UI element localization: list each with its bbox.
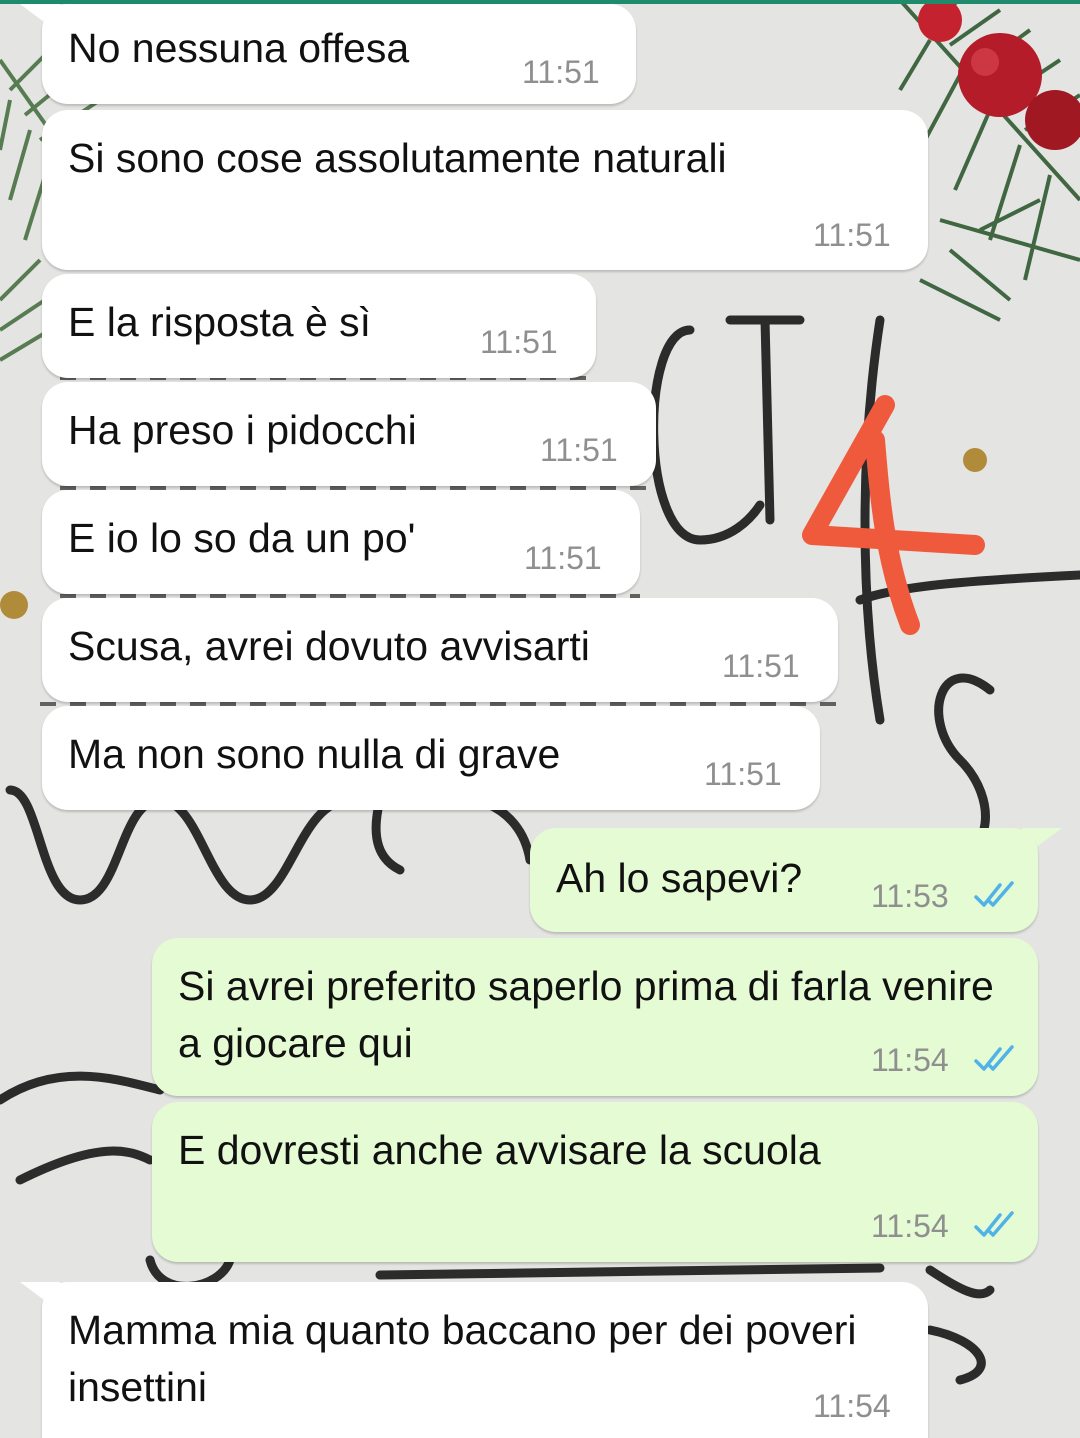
message-timestamp: 11:51: [524, 540, 602, 576]
message-text: E dovresti anche avvisare la scuola: [178, 1127, 821, 1173]
message-text: Si sono cose assolutamente naturali: [68, 135, 727, 181]
message-timestamp: 11:51: [704, 756, 782, 792]
message-text: Mamma mia quanto baccano per dei poveri …: [68, 1307, 857, 1410]
message-bubble-outgoing[interactable]: Ah lo sapevi? 11:53: [530, 828, 1038, 932]
message-timestamp: 11:51: [522, 54, 600, 90]
message-bubble-incoming[interactable]: Si sono cose assolutamente naturali 11:5…: [42, 110, 928, 270]
message-bubble-incoming[interactable]: E io lo so da un po' 11:51: [42, 490, 640, 594]
read-double-check-icon: [974, 881, 1014, 907]
message-timestamp: 11:54: [871, 1042, 949, 1078]
read-double-check-icon: [974, 1211, 1014, 1237]
message-bubble-incoming[interactable]: Scusa, avrei dovuto avvisarti 11:51: [42, 598, 838, 702]
message-timestamp: 11:51: [540, 432, 618, 468]
message-bubble-incoming[interactable]: Mamma mia quanto baccano per dei poveri …: [42, 1282, 928, 1438]
message-text: Ma non sono nulla di grave: [68, 731, 561, 777]
message-text: Scusa, avrei dovuto avvisarti: [68, 623, 590, 669]
read-double-check-icon: [974, 1045, 1014, 1071]
message-bubble-incoming[interactable]: E la risposta è sì 11:51: [42, 274, 596, 378]
message-timestamp: 11:51: [480, 324, 558, 360]
message-timestamp: 11:54: [813, 1388, 891, 1424]
message-bubble-incoming[interactable]: No nessuna offesa 11:51: [42, 4, 636, 104]
message-timestamp: 11:54: [871, 1208, 949, 1244]
message-timestamp: 11:51: [813, 217, 891, 253]
message-bubble-incoming[interactable]: Ma non sono nulla di grave 11:51: [42, 706, 820, 810]
message-timestamp: 11:53: [871, 878, 949, 914]
message-bubble-incoming[interactable]: Ha preso i pidocchi 11:51: [42, 382, 656, 486]
message-bubble-outgoing[interactable]: Si avrei preferito saperlo prima di farl…: [152, 938, 1038, 1096]
message-timestamp: 11:51: [722, 648, 800, 684]
message-bubble-outgoing[interactable]: E dovresti anche avvisare la scuola 11:5…: [152, 1102, 1038, 1262]
